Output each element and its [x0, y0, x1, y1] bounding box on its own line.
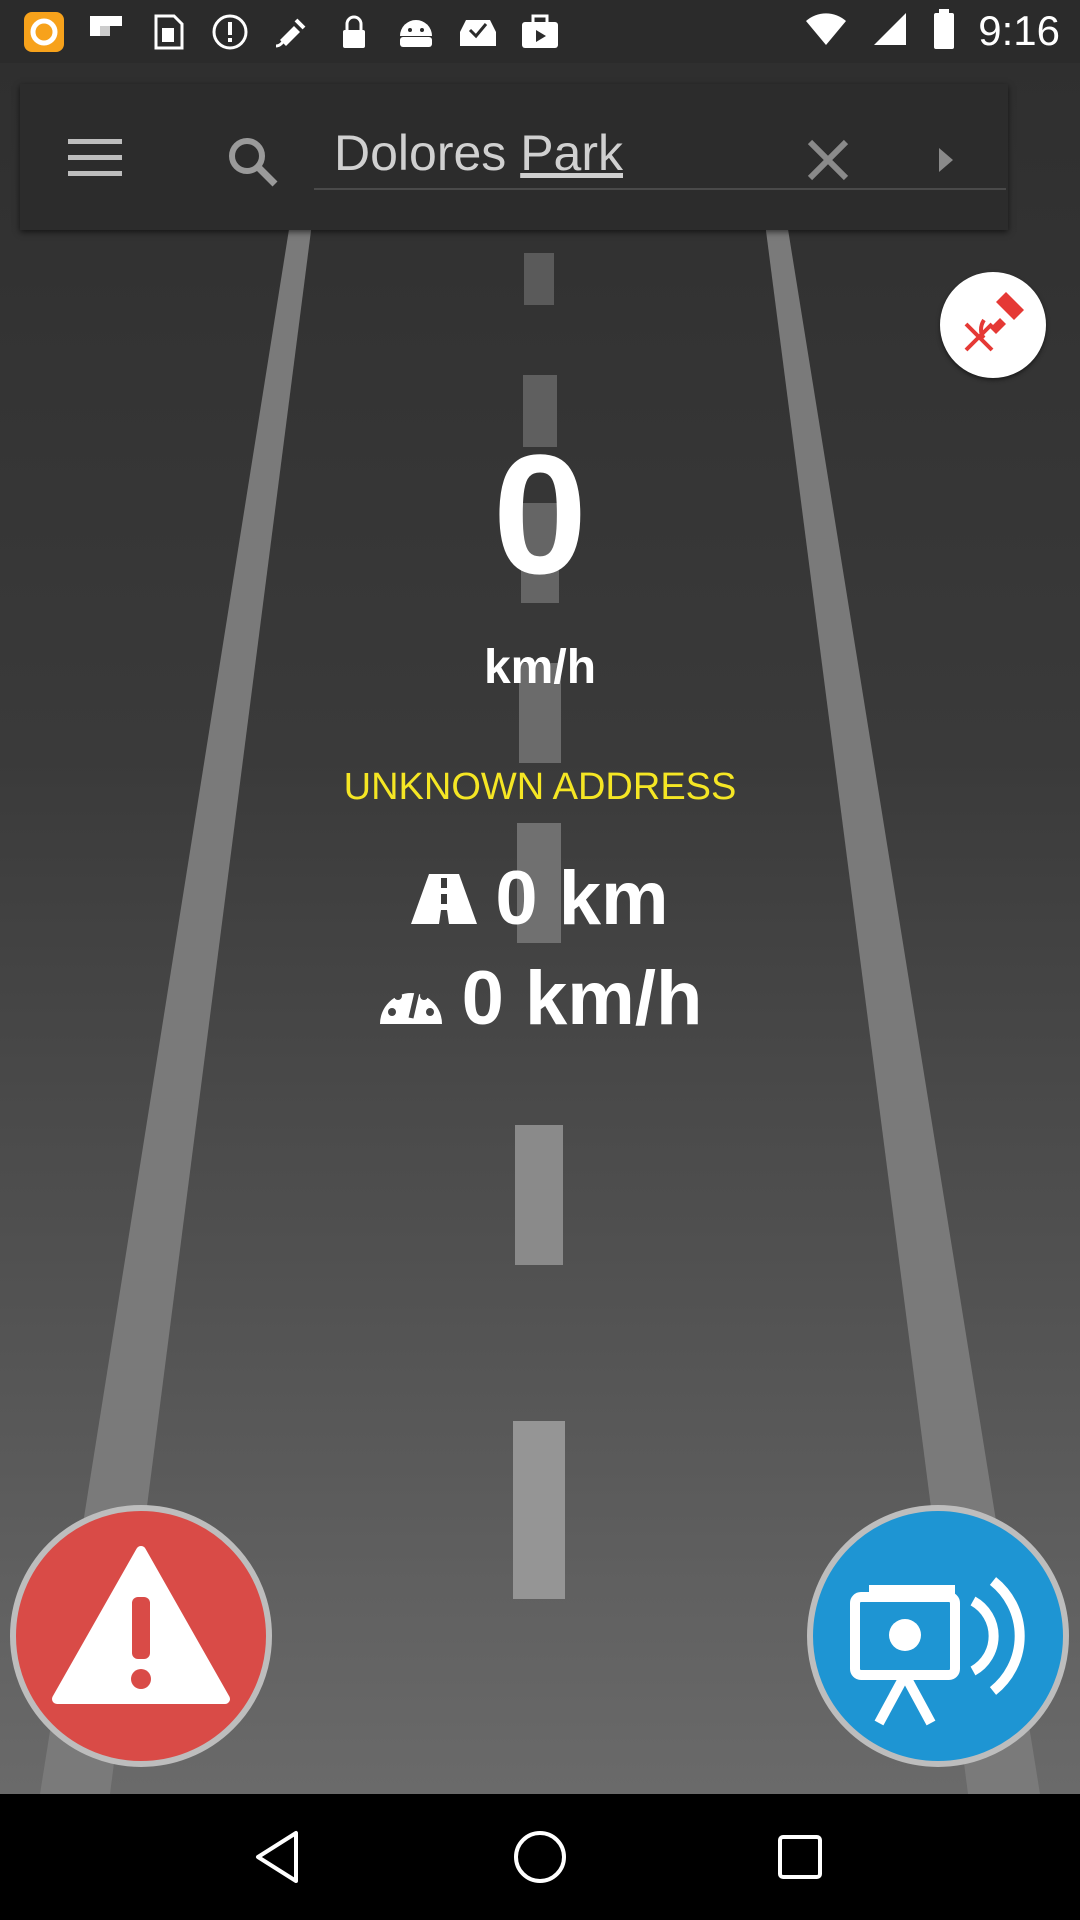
status-bar: 9:16 — [0, 0, 1080, 63]
hamburger-line — [68, 154, 122, 160]
speedometer-icon — [378, 955, 444, 1042]
notification-icons — [22, 8, 562, 56]
current-address: UNKNOWN ADDRESS — [343, 766, 737, 808]
back-icon — [256, 1831, 298, 1883]
recents-button[interactable] — [760, 1817, 840, 1897]
lock-icon — [332, 10, 376, 54]
search-text-plain: Dolores — [334, 125, 521, 181]
road-icon — [411, 855, 478, 942]
search-input-text: Dolores Park — [334, 124, 623, 182]
sim-card-icon — [146, 10, 190, 54]
distance-stat: 0 km — [0, 855, 1080, 942]
clock: 9:16 — [978, 7, 1060, 54]
warning-icon — [52, 1546, 230, 1704]
current-speed-unit: km/h — [483, 641, 597, 694]
gps-off-icon — [964, 292, 1024, 352]
speed-camera-button[interactable] — [807, 1505, 1069, 1767]
close-icon — [807, 139, 849, 181]
briefcase-icon — [518, 10, 562, 54]
search-text-composing: Park — [520, 125, 623, 181]
play-arrow-icon — [939, 148, 953, 172]
search-bar: Dolores Park — [20, 84, 1008, 230]
hamburger-line — [68, 138, 122, 144]
gps-status-button[interactable] — [940, 272, 1046, 378]
back-button[interactable] — [240, 1817, 320, 1897]
home-button[interactable] — [500, 1817, 580, 1897]
alert-circle-icon — [208, 10, 252, 54]
app-logo-icon — [22, 10, 66, 54]
wifi-icon — [804, 9, 848, 54]
search-icon — [225, 134, 281, 190]
signal-icon — [870, 9, 910, 54]
search-input[interactable]: Dolores Park — [314, 118, 1006, 190]
hamburger-line — [68, 170, 122, 176]
menu-button[interactable] — [60, 122, 130, 192]
current-speed-value: 0 — [492, 420, 588, 610]
average-speed-stat: 0 km/h — [0, 955, 1080, 1042]
fake-gps-icon — [270, 10, 314, 54]
recents-icon — [778, 1835, 822, 1879]
android-icon — [394, 10, 438, 54]
home-icon — [514, 1831, 566, 1883]
distance-value: 0 km — [495, 856, 669, 941]
inbox-check-icon — [456, 10, 500, 54]
speed-camera-icon — [850, 1577, 1025, 1726]
average-speed-value: 0 km/h — [461, 956, 703, 1041]
report-alert-button[interactable] — [10, 1505, 272, 1767]
system-nav-bar — [0, 1794, 1080, 1920]
battery-icon — [932, 7, 956, 56]
clear-search-button[interactable] — [800, 132, 856, 188]
go-button[interactable] — [925, 140, 965, 180]
system-status: 9:16 — [804, 6, 1060, 56]
flipboard-icon — [84, 10, 128, 54]
